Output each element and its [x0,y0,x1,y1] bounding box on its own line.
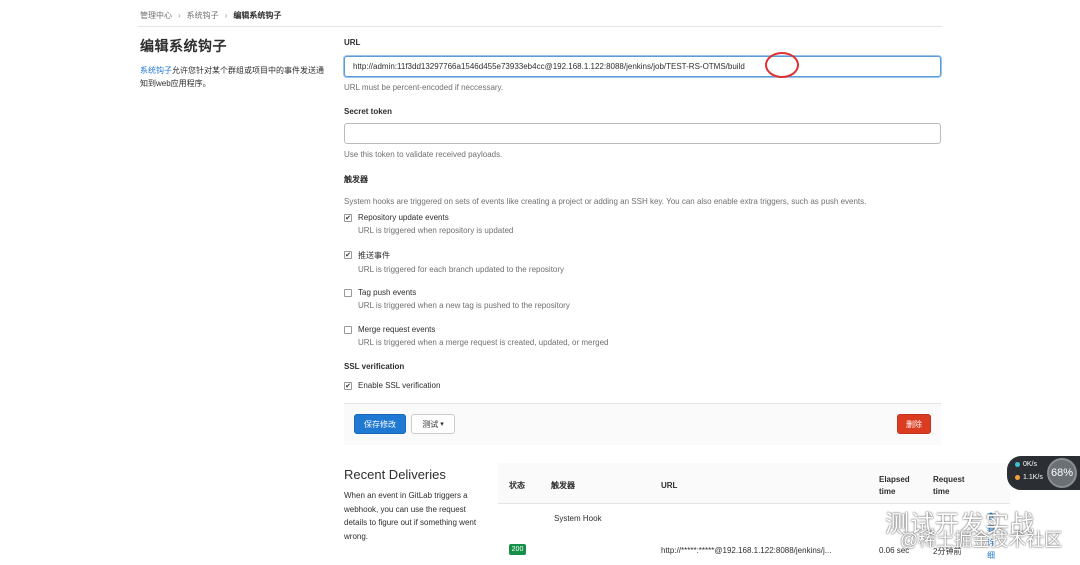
row-url: http://*****:*****@192.168.1.122:8088/je… [661,546,832,555]
upload-speed-value: 0K/s [1023,461,1038,468]
delete-button[interactable]: 删除 [897,414,931,434]
trigger-help: URL is triggered when a merge request is… [358,338,609,347]
ssl-verification-option[interactable]: ✔ Enable SSL verification [344,381,440,390]
trigger-merge-request[interactable]: Merge request events URL is triggered wh… [344,325,609,347]
url-help: URL must be percent-encoded if neccessar… [344,83,504,92]
checkbox-unchecked-icon[interactable] [344,326,352,334]
page-title: 编辑系统钩子 [140,38,227,54]
breadcrumb-system-hooks[interactable]: 系统钩子 [187,10,219,21]
chevron-down-icon: ▾ [440,421,444,428]
col-elapsed: Elapsed time [879,475,910,496]
url-input[interactable]: http://admin:11f3dd13297766a1546d455e739… [344,56,941,77]
download-dot-icon [1015,475,1020,480]
status-badge: 200 [509,544,526,555]
trigger-title: 推送事件 [358,251,390,260]
col-request: Request time [933,475,965,496]
checkbox-checked-icon[interactable]: ✔ [344,382,352,390]
trigger-title: Tag push events [358,288,417,297]
breadcrumb-admin-area[interactable]: 管理中心 [140,10,172,21]
download-speed-value: 1.1K/s [1023,474,1043,481]
breadcrumb: 管理中心 › 系统钩子 › 编辑系统钩子 [140,10,281,21]
checkbox-unchecked-icon[interactable] [344,289,352,297]
save-button[interactable]: 保存修改 [354,414,406,434]
recent-deliveries-desc: When an event in GitLab triggers a webho… [344,491,477,541]
secret-token-label: Secret token [344,107,393,116]
download-speed: 1.1K/s [1015,474,1043,481]
trigger-repository-update[interactable]: ✔ Repository update events URL is trigge… [344,213,513,235]
watermark-line2: @稀土掘金技术社区 [900,530,1063,550]
secret-token-help: Use this token to validate received payl… [344,150,503,159]
recent-deliveries-title: Recent Deliveries [344,467,446,482]
hook-form: URL http://admin:11f3dd13297766a1546d455… [344,38,942,206]
trigger-title: Repository update events [358,213,449,222]
checkbox-checked-icon[interactable]: ✔ [344,214,352,222]
form-actions: 保存修改 测试 ▾ 删除 [344,403,941,445]
network-speed-widget: 0K/s 1.1K/s 68% [1007,456,1080,490]
ssl-option-label: Enable SSL verification [358,381,441,390]
annotation-circle [765,52,799,78]
table-header: 状态 触发器 URL Elapsed time Request time [498,463,1010,504]
header-divider [138,26,942,27]
col-url: URL [661,481,678,490]
triggers-label: 触发器 [344,175,368,184]
col-status: 状态 [509,481,525,490]
trigger-title: Merge request events [358,325,436,334]
col-trigger: 触发器 [551,481,575,490]
system-hooks-link[interactable]: 系统钩子 [140,66,172,75]
checkbox-checked-icon[interactable]: ✔ [344,251,352,259]
trigger-help: URL is triggered when repository is upda… [358,226,514,235]
trigger-tag-push[interactable]: Tag push events URL is triggered when a … [344,288,570,310]
secret-token-input[interactable] [344,123,941,144]
test-label: 测试 [422,419,439,429]
usage-gauge: 68% [1047,458,1077,488]
chevron-right-icon: › [178,11,181,20]
trigger-help: URL is triggered for each branch updated… [358,265,565,274]
upload-speed: 0K/s [1015,461,1037,468]
chevron-right-icon: › [224,11,228,20]
trigger-help: URL is triggered when a new tag is pushe… [358,301,570,310]
test-dropdown-button[interactable]: 测试 ▾ [411,414,455,434]
row-trigger: System Hook [554,514,602,523]
wechat-logo-icon [840,508,874,531]
settings-sidebar: 编辑系统钩子 系统钩子允许您针对某个群组或项目中的事件发送通知到web应用程序。 [140,36,330,90]
upload-dot-icon [1015,462,1020,467]
triggers-help: System hooks are triggered on sets of ev… [344,197,867,206]
page-description: 系统钩子允许您针对某个群组或项目中的事件发送通知到web应用程序。 [140,64,330,90]
url-label: URL [344,38,361,47]
trigger-push-events[interactable]: ✔ 推送事件 URL is triggered for each branch … [344,250,564,274]
breadcrumb-edit-hook[interactable]: 编辑系统钩子 [233,10,281,21]
ssl-label: SSL verification [344,362,405,371]
